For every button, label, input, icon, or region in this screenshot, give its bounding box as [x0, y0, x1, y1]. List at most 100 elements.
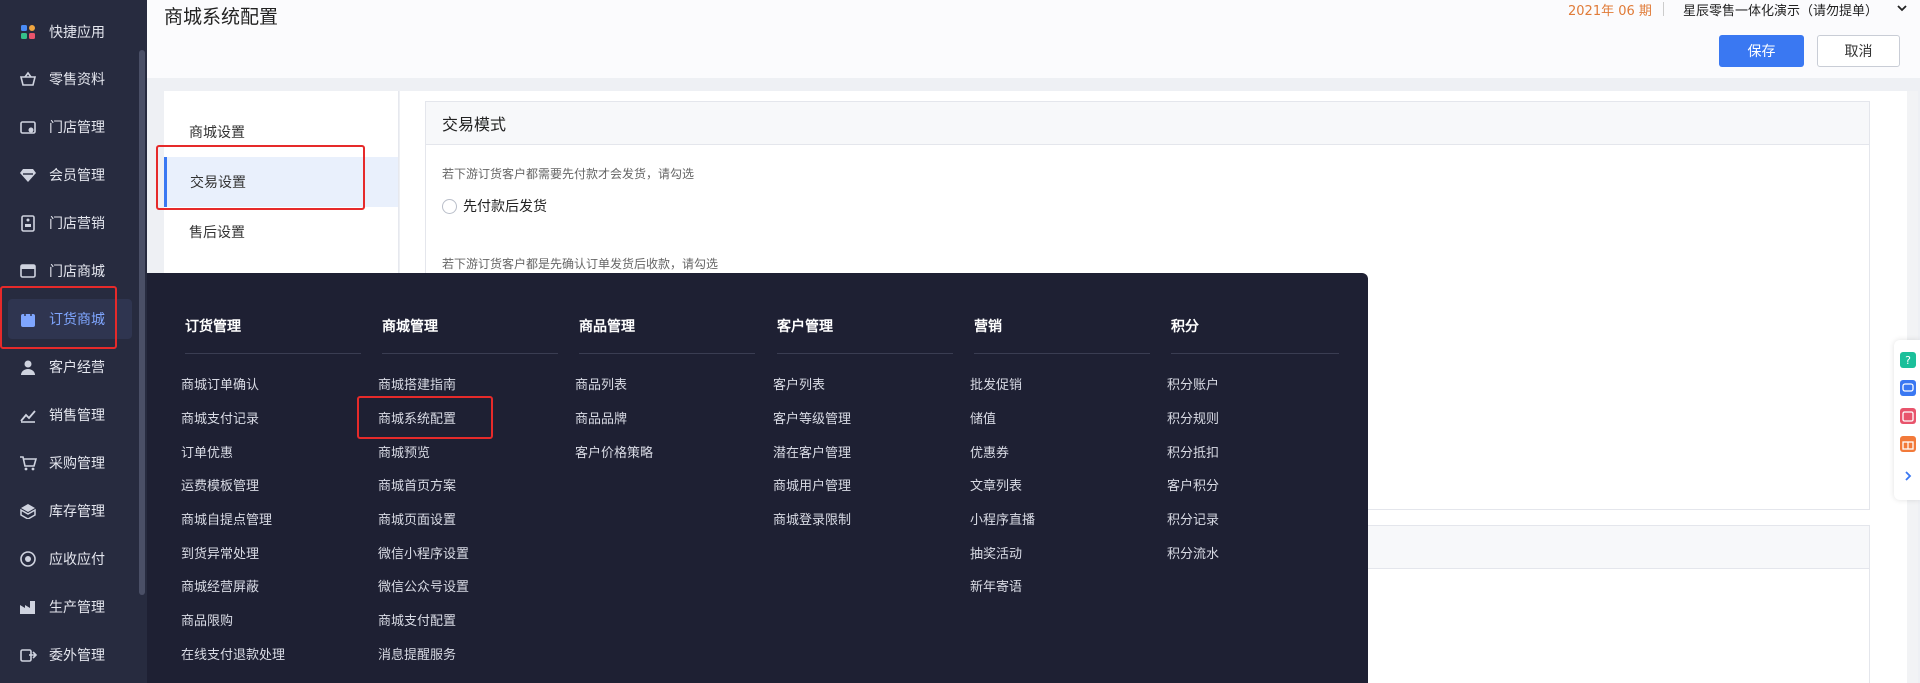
store-icon [18, 117, 38, 137]
radio-pay-first[interactable]: 先付款后发货 [442, 196, 547, 216]
menu-link[interactable]: 客户列表 [773, 374, 825, 393]
order-mall-mega-menu: 订货管理 商城订单确认 商城支付记录 订单优惠 运费模板管理 商城自提点管理 到… [147, 273, 1368, 683]
gift-icon[interactable] [1900, 436, 1916, 452]
menu-link[interactable]: 小程序直播 [970, 509, 1035, 528]
menu-link[interactable]: 新年寄语 [970, 576, 1022, 595]
menu-link[interactable]: 商城登录限制 [773, 509, 851, 528]
cart-icon [18, 453, 38, 473]
company-selector[interactable]: 星辰零售一体化演示（请勿提单） [1683, 0, 1878, 19]
menu-divider [185, 353, 361, 354]
menu-link[interactable]: 微信公众号设置 [378, 576, 469, 595]
menu-link[interactable]: 商城订单确认 [181, 374, 259, 393]
sidebar-item-label: 客户经营 [49, 360, 105, 376]
menu-link[interactable]: 商城预览 [378, 442, 430, 461]
menu-link[interactable]: 积分账户 [1167, 374, 1219, 393]
menu-column-title: 营销 [974, 319, 1002, 335]
highlight-box-mall-system-config [357, 396, 493, 439]
sidebar-item-label: 应收应付 [49, 552, 105, 568]
chart-icon [18, 405, 38, 425]
hint-text: 若下游订货客户都需要先付款才会发货，请勾选 [442, 167, 695, 181]
box-icon [18, 501, 38, 521]
menu-link[interactable]: 积分规则 [1167, 408, 1219, 427]
radio-circle-icon[interactable] [442, 198, 457, 214]
radio-label[interactable]: 先付款后发货 [463, 196, 547, 216]
menu-link[interactable]: 在线支付退款处理 [181, 644, 285, 663]
menu-link[interactable]: 客户价格策略 [575, 442, 653, 461]
sidebar-item-outsource-management[interactable]: 委外管理 [8, 635, 132, 675]
menu-column-title: 商城管理 [382, 319, 438, 335]
sidebar-item-label: 库存管理 [49, 504, 105, 520]
menu-link[interactable]: 积分流水 [1167, 543, 1219, 562]
sidebar-item-label: 委外管理 [49, 648, 105, 664]
save-button[interactable]: 保存 [1719, 35, 1804, 67]
menu-link[interactable]: 商城支付配置 [378, 610, 456, 629]
menu-link[interactable]: 潜在客户管理 [773, 442, 851, 461]
menu-link[interactable]: 客户等级管理 [773, 408, 851, 427]
sidebar-item-sales-management[interactable]: 销售管理 [8, 395, 132, 435]
basket-icon [18, 69, 38, 89]
floating-toolbar: ? [1894, 340, 1920, 500]
highlight-box-order-mall [0, 286, 117, 349]
sidebar-item-label: 门店管理 [49, 120, 105, 136]
grid-apps-icon [18, 22, 38, 42]
sidebar-item-label: 会员管理 [49, 168, 105, 184]
menu-link[interactable]: 批发促销 [970, 374, 1022, 393]
menu-divider [579, 353, 755, 354]
sidebar-item-production-management[interactable]: 生产管理 [8, 587, 132, 627]
menu-link[interactable]: 订单优惠 [181, 442, 233, 461]
menu-link[interactable]: 商品品牌 [575, 408, 627, 427]
sidebar-item-store-management[interactable]: 门店管理 [8, 107, 132, 147]
menu-link[interactable]: 商品列表 [575, 374, 627, 393]
hint-text: 若下游订货客户都是先确认订单发货后收款，请勾选 [442, 257, 719, 271]
sidebar-scrollbar[interactable] [139, 50, 145, 595]
sidebar-item-receivables-payables[interactable]: 应收应付 [8, 539, 132, 579]
menu-link[interactable]: 储值 [970, 408, 996, 427]
sidebar-item-retail-data[interactable]: 零售资料 [8, 59, 132, 99]
menu-link[interactable]: 商城自提点管理 [181, 509, 272, 528]
menu-divider [777, 353, 953, 354]
menu-link[interactable]: 消息提醒服务 [378, 644, 456, 663]
sidebar-item-label: 销售管理 [49, 408, 105, 424]
menu-link[interactable]: 积分记录 [1167, 509, 1219, 528]
calendar-icon[interactable] [1900, 408, 1916, 424]
help-icon[interactable]: ? [1900, 352, 1916, 368]
menu-link[interactable]: 运费模板管理 [181, 475, 259, 494]
menu-link[interactable]: 抽奖活动 [970, 543, 1022, 562]
menu-link[interactable]: 到货异常处理 [181, 543, 259, 562]
nav-item-after-sales-settings[interactable]: 售后设置 [164, 207, 398, 257]
menu-link[interactable]: 商城用户管理 [773, 475, 851, 494]
chevron-right-icon[interactable] [1900, 468, 1916, 484]
menu-link[interactable]: 文章列表 [970, 475, 1022, 494]
sidebar-item-purchase-management[interactable]: 采购管理 [8, 443, 132, 483]
menu-link[interactable]: 商城支付记录 [181, 408, 259, 427]
menu-column-title: 客户管理 [777, 319, 833, 335]
menu-divider [1171, 353, 1339, 354]
sidebar-item-store-mall[interactable]: 门店商城 [8, 251, 132, 291]
menu-link[interactable]: 商城搭建指南 [378, 374, 456, 393]
menu-link[interactable]: 积分抵扣 [1167, 442, 1219, 461]
panel-title: 交易模式 [426, 102, 1869, 145]
sidebar-item-label: 门店营销 [49, 216, 105, 232]
sidebar-item-store-marketing[interactable]: 门店营销 [8, 203, 132, 243]
sidebar-item-label: 零售资料 [49, 72, 105, 88]
chat-icon[interactable] [1900, 380, 1916, 396]
menu-link[interactable]: 商品限购 [181, 610, 233, 629]
menu-divider [974, 353, 1150, 354]
sidebar-item-inventory-management[interactable]: 库存管理 [8, 491, 132, 531]
page-title: 商城系统配置 [164, 6, 279, 28]
sidebar-item-quick-apps[interactable]: 快捷应用 [8, 12, 132, 52]
highlight-box-trade-settings [156, 145, 365, 210]
accounting-period[interactable]: 2021年 06 期 [1568, 0, 1652, 19]
menu-link[interactable]: 商城首页方案 [378, 475, 456, 494]
sidebar-item-member-management[interactable]: 会员管理 [8, 155, 132, 195]
cancel-button[interactable]: 取消 [1817, 35, 1900, 67]
menu-link[interactable]: 商城页面设置 [378, 509, 456, 528]
menu-link[interactable]: 商城经营屏蔽 [181, 576, 259, 595]
diamond-icon [18, 165, 38, 185]
menu-link[interactable]: 微信小程序设置 [378, 543, 469, 562]
user-icon [18, 357, 38, 377]
menu-link[interactable]: 优惠券 [970, 442, 1009, 461]
menu-link[interactable]: 客户积分 [1167, 475, 1219, 494]
sidebar-item-customer-operation[interactable]: 客户经营 [8, 347, 132, 387]
chevron-down-icon[interactable] [1895, 0, 1909, 19]
